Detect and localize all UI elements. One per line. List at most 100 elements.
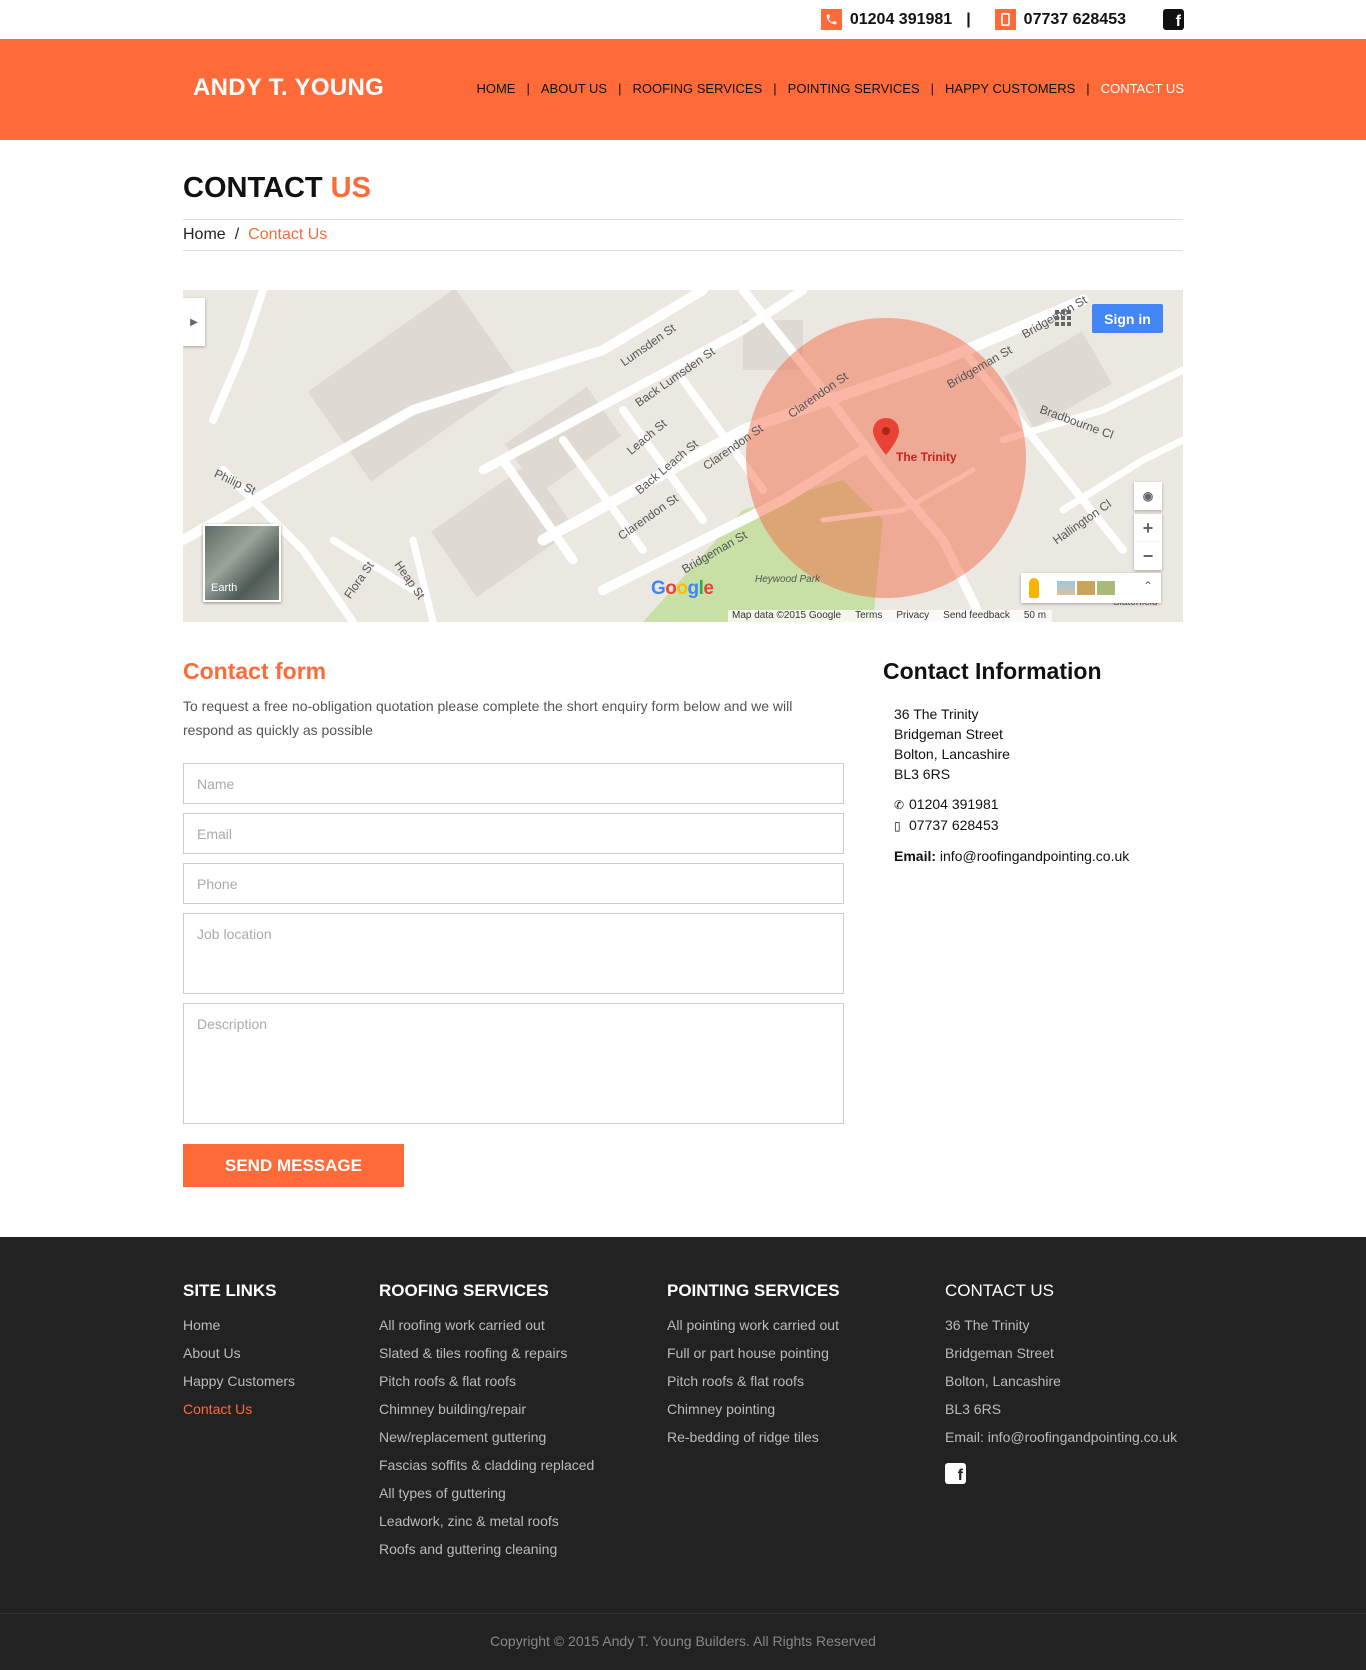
street-view-bar[interactable]: ⌃ (1021, 573, 1161, 603)
contact-form-title: Contact form (183, 658, 327, 684)
phone-field[interactable] (183, 863, 844, 904)
map-sign-in-button[interactable]: Sign in (1092, 304, 1163, 333)
footer-roofing-item[interactable]: Slated & tiles roofing & repairs (379, 1339, 594, 1367)
footer-link-about-us[interactable]: About Us (183, 1339, 295, 1367)
top-phone-landline[interactable]: 01204 391981 (850, 11, 952, 29)
contact-mobile-row: ▯ 07737 628453 (894, 815, 1129, 836)
footer-roofing-item[interactable]: Leadwork, zinc & metal roofs (379, 1507, 594, 1535)
footer-heading: ROOFING SERVICES (379, 1281, 549, 1300)
footer-email[interactable]: Email: info@roofingandpointing.co.uk (945, 1423, 1177, 1451)
map-privacy-link[interactable]: Privacy (896, 610, 929, 622)
nav-pointing-services[interactable]: POINTING SERVICES (788, 81, 920, 96)
footer-roofing-item[interactable]: Chimney building/repair (379, 1395, 594, 1423)
footer-address-line: Bridgeman Street (945, 1345, 1054, 1361)
phone-icon: ✆ (894, 798, 905, 812)
footer-heading: CONTACT US (945, 1281, 1054, 1300)
nav-separator: | (1086, 81, 1090, 96)
footer-address-line: Bolton, Lancashire (945, 1373, 1061, 1389)
top-phone-mobile[interactable]: 07737 628453 (1024, 11, 1126, 29)
site-header: ANDY T. YOUNG HOME | ABOUT US | ROOFING … (0, 39, 1366, 140)
apps-grid-icon[interactable] (1055, 310, 1071, 326)
send-message-button[interactable]: SEND MESSAGE (183, 1144, 404, 1187)
copyright: Copyright © 2015 Andy T. Young Builders.… (490, 1633, 876, 1649)
footer-pointing-item[interactable]: Full or part house pointing (667, 1339, 840, 1367)
zoom-in-button[interactable]: + (1134, 514, 1162, 542)
top-bar: 01204 391981 | 07737 628453 f (0, 0, 1366, 39)
map-data-credit: Map data ©2015 Google (732, 610, 842, 621)
page-title: CONTACT US (183, 172, 371, 205)
expand-icon[interactable]: ⌃ (1143, 579, 1153, 593)
imagery-thumb[interactable] (1057, 581, 1075, 595)
contact-phone[interactable]: 01204 391981 (909, 796, 999, 812)
breadcrumb-separator: / (234, 226, 240, 243)
map-place-label[interactable]: The Trinity (896, 450, 957, 464)
address-line: Bolton, Lancashire (894, 746, 1010, 762)
nav-about-us[interactable]: ABOUT US (541, 81, 607, 96)
breadcrumb-current: Contact Us (248, 226, 328, 243)
top-separator: | (966, 10, 971, 28)
job-location-field[interactable] (183, 913, 844, 994)
imagery-thumb[interactable] (1097, 581, 1115, 595)
nav-contact-us[interactable]: CONTACT US (1101, 81, 1184, 96)
map-panel-toggle[interactable]: ▶ (183, 298, 205, 346)
mobile-icon (994, 9, 1016, 30)
main-nav: HOME | ABOUT US | ROOFING SERVICES | POI… (476, 81, 1184, 96)
footer-site-links: SITE LINKS Home About Us Happy Customers… (183, 1281, 295, 1423)
footer-link-home[interactable]: Home (183, 1311, 295, 1339)
address-line: Bridgeman Street (894, 726, 1003, 742)
name-field[interactable] (183, 763, 844, 804)
footer-pointing-item[interactable]: Pitch roofs & flat roofs (667, 1367, 840, 1395)
footer-pointing-item[interactable]: Re-bedding of ridge tiles (667, 1423, 840, 1451)
footer-roofing-item[interactable]: New/replacement guttering (379, 1423, 594, 1451)
footer-roofing-item[interactable]: Roofs and guttering cleaning (379, 1535, 594, 1563)
nav-home[interactable]: HOME (476, 81, 515, 96)
nav-roofing-services[interactable]: ROOFING SERVICES (632, 81, 762, 96)
contact-info-title: Contact Information (883, 658, 1102, 684)
contact-phone-row: ✆ 01204 391981 (894, 794, 1129, 815)
pegman-icon[interactable] (1029, 578, 1039, 598)
mobile-icon: ▯ (894, 819, 901, 833)
footer-link-contact-us[interactable]: Contact Us (183, 1395, 295, 1423)
footer-pointing-item[interactable]: All pointing work carried out (667, 1311, 840, 1339)
address-line: BL3 6RS (894, 766, 951, 782)
top-contacts: 01204 391981 | 07737 628453 f (820, 9, 1184, 30)
footer-roofing-item[interactable]: Fascias soffits & cladding replaced (379, 1451, 594, 1479)
phone-icon (820, 9, 842, 30)
my-location-icon[interactable]: ◉ (1134, 482, 1162, 510)
contact-mobile[interactable]: 07737 628453 (909, 817, 999, 833)
email-field[interactable] (183, 813, 844, 854)
address-line: 36 The Trinity (894, 706, 979, 722)
page-title-main: CONTACT (183, 172, 323, 204)
google-logo: Google (651, 578, 714, 599)
nav-separator: | (526, 81, 530, 96)
site-logo[interactable]: ANDY T. YOUNG (193, 74, 384, 102)
breadcrumb-home[interactable]: Home (183, 226, 226, 243)
footer-heading: SITE LINKS (183, 1281, 277, 1300)
google-map[interactable]: Lumsden St Back Lumsden St Leach St Back… (183, 290, 1183, 622)
nav-separator: | (618, 81, 622, 96)
nav-separator: | (930, 81, 935, 96)
imagery-thumb[interactable] (1077, 581, 1095, 595)
footer-roofing-item[interactable]: Pitch roofs & flat roofs (379, 1367, 594, 1395)
email-label: Email: (894, 848, 937, 864)
zoom-out-button[interactable]: − (1134, 542, 1162, 570)
earth-view-toggle[interactable]: Earth (203, 524, 281, 602)
map-terms-link[interactable]: Terms (855, 610, 882, 622)
breadcrumb-divider (183, 250, 1183, 251)
description-field[interactable] (183, 1003, 844, 1124)
contact-email[interactable]: info@roofingandpointing.co.uk (940, 848, 1129, 864)
footer-roofing-item[interactable]: All types of guttering (379, 1479, 594, 1507)
map-attribution: Map data ©2015 Google Terms Privacy Send… (728, 610, 1053, 622)
footer-roofing-item[interactable]: All roofing work carried out (379, 1311, 594, 1339)
map-feedback-link[interactable]: Send feedback (943, 610, 1010, 622)
footer-pointing-item[interactable]: Chimney pointing (667, 1395, 840, 1423)
nav-separator: | (773, 81, 777, 96)
facebook-icon[interactable]: f (1163, 9, 1184, 30)
contact-info: 36 The Trinity Bridgeman Street Bolton, … (894, 704, 1129, 866)
map-scale: 50 m (1023, 610, 1047, 621)
footer-link-happy-customers[interactable]: Happy Customers (183, 1367, 295, 1395)
title-divider (183, 219, 1183, 220)
footer-heading: POINTING SERVICES (667, 1281, 840, 1300)
facebook-icon[interactable]: f (945, 1463, 966, 1484)
nav-happy-customers[interactable]: HAPPY CUSTOMERS (945, 81, 1075, 96)
